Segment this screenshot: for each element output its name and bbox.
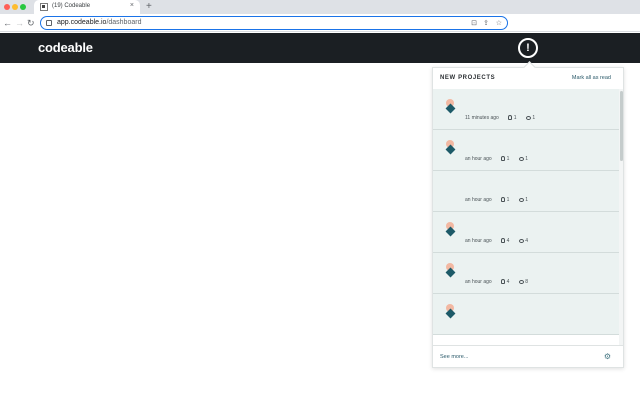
user-icon (501, 279, 506, 284)
panel-header: NEW PROJECTS Mark all as read (433, 68, 623, 89)
comment-icon (518, 197, 524, 202)
user-icon (501, 238, 506, 243)
url-text[interactable]: app.codeable.io/dashboard (57, 19, 141, 26)
notification-time: an hour ago (465, 156, 492, 162)
browser-toolbar: ← → ↻ app.codeable.io/dashboard ⊡ ⇪ ☆ (0, 14, 640, 32)
url-path: /dashboard (106, 19, 142, 26)
panel-title: NEW PROJECTS (440, 75, 496, 81)
forward-icon[interactable]: → (15, 17, 24, 29)
alert-glyph: ! (526, 42, 530, 54)
url-host: app.codeable.io (57, 19, 107, 26)
install-app-icon[interactable]: ⊡ (471, 19, 477, 28)
avatar-icon (444, 99, 456, 115)
comment-count: 1 (525, 197, 529, 203)
notification-time: an hour ago (465, 279, 492, 285)
comment-count: 8 (525, 279, 529, 285)
user-icon (508, 115, 513, 120)
see-more-link[interactable]: See more... (440, 354, 468, 360)
window-close-button[interactable] (4, 4, 10, 10)
user-count: 4 (506, 279, 510, 285)
user-count: 4 (506, 238, 510, 244)
notification-meta: 11 minutes ago 1 1 (465, 115, 535, 121)
notification-item[interactable]: an hour ago 4 8 (433, 253, 619, 294)
comment-icon (518, 156, 524, 161)
notification-item[interactable]: an hour ago 1 1 (433, 171, 619, 212)
app-header: codeable ! (0, 33, 640, 63)
new-tab-button[interactable]: + (146, 1, 152, 13)
avatar-icon (444, 140, 456, 156)
gear-icon[interactable]: ⚙ (604, 352, 611, 361)
notification-item[interactable]: an hour ago 4 4 (433, 212, 619, 253)
notification-time: an hour ago (465, 238, 492, 244)
notification-meta: an hour ago 4 4 (465, 238, 528, 244)
user-count: 1 (513, 115, 517, 121)
back-icon[interactable]: ← (3, 17, 12, 29)
tab-title: (19) Codeable (52, 3, 91, 9)
notification-meta: an hour ago 1 1 (465, 156, 528, 162)
user-count: 1 (506, 197, 510, 203)
scrollbar-thumb[interactable] (619, 91, 623, 161)
user-icon (501, 197, 506, 202)
notification-time: an hour ago (465, 197, 492, 203)
user-icon (501, 156, 506, 161)
address-bar[interactable]: app.codeable.io/dashboard ⊡ ⇪ ☆ (40, 16, 508, 30)
notification-meta: an hour ago 4 8 (465, 279, 528, 285)
notification-item[interactable]: 11 minutes ago 1 1 (433, 89, 619, 130)
lock-icon[interactable] (46, 20, 52, 26)
comment-icon (525, 115, 531, 120)
browser-tab-bar: (19) Codeable × + (0, 0, 640, 14)
bookmark-star-icon[interactable]: ☆ (496, 19, 502, 28)
notification-item[interactable]: an hour ago 1 1 (433, 130, 619, 171)
notification-list: 11 minutes ago 1 1 an hour ago 1 1 an ho… (433, 89, 619, 345)
avatar-icon (444, 222, 456, 238)
comment-icon (518, 238, 524, 243)
window-zoom-button[interactable] (20, 4, 26, 10)
user-count: 1 (506, 156, 510, 162)
tab-close-icon[interactable]: × (130, 2, 134, 9)
comment-count: 1 (525, 156, 529, 162)
favicon-icon (40, 3, 48, 11)
browser-tab[interactable]: (19) Codeable × (34, 0, 140, 14)
avatar-icon (444, 263, 456, 279)
notification-meta: an hour ago 1 1 (465, 197, 528, 203)
notification-item[interactable] (433, 294, 619, 335)
notification-time: 11 minutes ago (465, 115, 499, 121)
comment-icon (518, 279, 524, 284)
mark-all-read-link[interactable]: Mark all as read (572, 75, 611, 81)
panel-footer: See more... ⚙ (433, 345, 623, 367)
codeable-logo[interactable]: codeable (38, 40, 93, 55)
notifications-alert-icon[interactable]: ! (518, 38, 538, 58)
reload-icon[interactable]: ↻ (27, 17, 35, 29)
comment-count: 1 (532, 115, 536, 121)
comment-count: 4 (525, 238, 529, 244)
window-minimize-button[interactable] (12, 4, 18, 10)
avatar-icon (444, 304, 456, 320)
notifications-panel: NEW PROJECTS Mark all as read 11 minutes… (432, 67, 624, 368)
scrollbar[interactable] (619, 89, 623, 345)
share-icon[interactable]: ⇪ (483, 19, 489, 28)
